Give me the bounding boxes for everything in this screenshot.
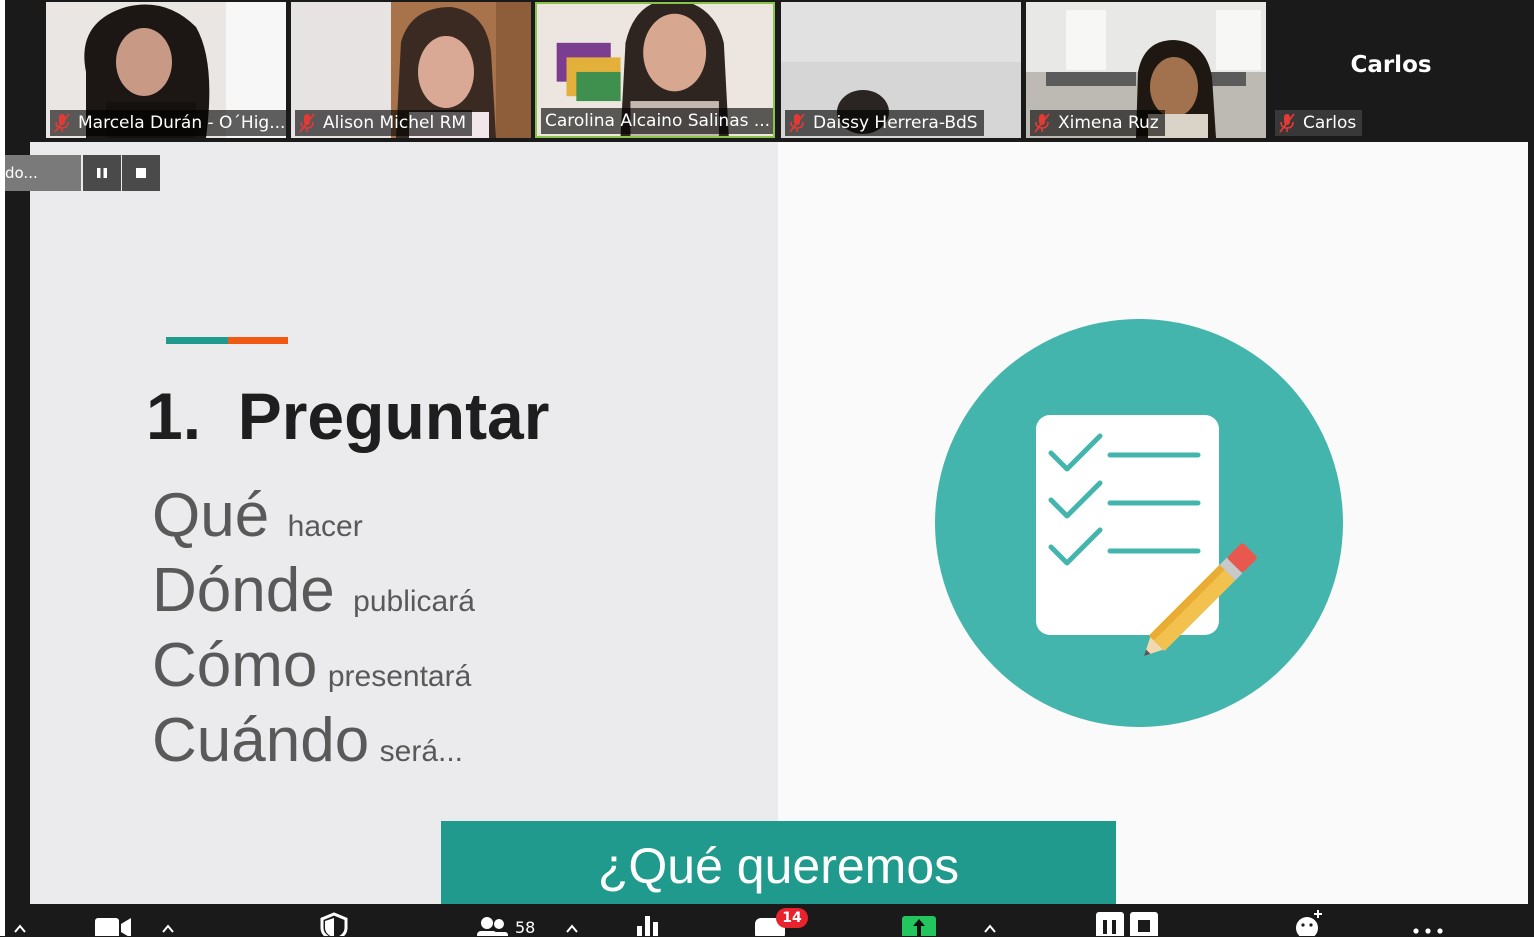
more-button[interactable]: [1411, 904, 1445, 936]
chevron-up-icon: [984, 924, 996, 933]
participant-tile-3[interactable]: Carolina Alcaino Salinas ...: [535, 2, 775, 138]
video-off-display-name: Carlos: [1350, 52, 1432, 78]
slide-banner: ¿Qué queremos: [441, 821, 1116, 904]
security-button[interactable]: [319, 904, 349, 936]
mic-muted-icon: [299, 113, 315, 133]
participants-button[interactable]: 58: [475, 904, 536, 937]
participant-name-tag-1: Marcela Durán - O´Hig...: [50, 110, 286, 136]
stop-recording-button[interactable]: [122, 155, 160, 191]
participants-count: 58: [515, 918, 536, 937]
recording-label: do...: [5, 155, 81, 191]
share-screen-button[interactable]: [901, 904, 937, 936]
chevron-up-icon: [566, 924, 578, 933]
shield-icon: [320, 912, 348, 936]
participants-options-button[interactable]: [565, 904, 579, 936]
participant-name-tag-5: Ximena Ruz: [1030, 110, 1165, 136]
accent-bar-teal: [166, 337, 228, 344]
question-line-2: Dónde publicará: [152, 555, 475, 626]
participant-name-tag-3: Carolina Alcaino Salinas ...: [541, 108, 773, 134]
record-controls-button[interactable]: [1095, 904, 1159, 936]
meeting-toolbar: 58: [5, 904, 1528, 937]
pause-stop-recording-icon: [1096, 912, 1158, 936]
mic-muted-icon: [789, 113, 805, 133]
chat-unread-badge: 14: [776, 908, 808, 928]
participant-name: Marcela Durán - O´Hig...: [78, 113, 286, 133]
participants-icon: [477, 917, 508, 936]
right-edge: [1528, 142, 1534, 936]
more-dots-icon: [1413, 928, 1443, 934]
slide-right-panel: [778, 142, 1528, 904]
slide-title: 1. Preguntar: [146, 379, 550, 453]
participant-tile-2[interactable]: Alison Michel RM: [291, 2, 531, 138]
participant-name: Ximena Ruz: [1058, 113, 1159, 133]
participant-name-tag-4: Daissy Herrera-BdS: [785, 110, 984, 136]
question-line-4: Cuándo será...: [152, 705, 463, 776]
participant-tile-4[interactable]: Daissy Herrera-BdS: [781, 2, 1021, 138]
question-sub: será...: [379, 735, 464, 768]
question-word: Cómo: [152, 631, 318, 700]
question-word: Dónde: [152, 556, 335, 625]
video-camera-icon: [95, 918, 131, 936]
participant-name: Alison Michel RM: [323, 113, 467, 133]
pause-recording-button[interactable]: [83, 155, 121, 191]
polls-button[interactable]: [633, 904, 663, 936]
question-line-3: Cómo presentará: [152, 630, 471, 701]
chevron-up-icon: [162, 924, 174, 933]
mic-muted-icon: [1279, 113, 1295, 133]
question-sub: hacer: [287, 510, 363, 543]
participant-name: Carolina Alcaino Salinas ...: [545, 111, 771, 131]
pause-icon: [97, 168, 107, 178]
share-screen-icon: [902, 916, 936, 936]
mic-muted-icon: [54, 113, 70, 133]
participant-tile-5[interactable]: Ximena Ruz: [1026, 2, 1266, 138]
question-sub: presentará: [327, 660, 472, 693]
participant-tile-1[interactable]: Marcela Durán - O´Hig...: [46, 2, 286, 138]
checklist-pencil-icon: [935, 319, 1343, 727]
video-options-button[interactable]: [161, 904, 175, 936]
participant-name-tag-2: Alison Michel RM: [295, 110, 473, 136]
stop-icon: [136, 168, 146, 178]
shared-screen: 1. Preguntar Qué hacer Dónde publicará C…: [30, 142, 1528, 904]
mic-muted-icon: [1034, 113, 1050, 133]
emoji-add-icon: [1296, 910, 1322, 936]
reactions-button[interactable]: [1293, 904, 1325, 936]
participant-name-tag-6: Carlos: [1275, 110, 1363, 136]
question-sub: publicará: [353, 585, 475, 618]
participant-name: Daissy Herrera-BdS: [813, 113, 978, 133]
question-word: Qué: [152, 481, 270, 550]
share-options-button[interactable]: [983, 904, 997, 936]
slide-left-panel: 1. Preguntar Qué hacer Dónde publicará C…: [30, 142, 778, 904]
accent-bar-orange: [228, 337, 288, 344]
question-word: Cuándo: [152, 706, 370, 775]
participant-name: Carlos: [1303, 113, 1357, 133]
video-button[interactable]: [93, 904, 133, 936]
bar-chart-icon: [637, 916, 658, 936]
chevron-up-icon: [14, 924, 26, 933]
audio-options-button[interactable]: [13, 904, 27, 936]
question-line-1: Qué hacer: [152, 480, 363, 551]
recording-control: do...: [5, 155, 160, 191]
